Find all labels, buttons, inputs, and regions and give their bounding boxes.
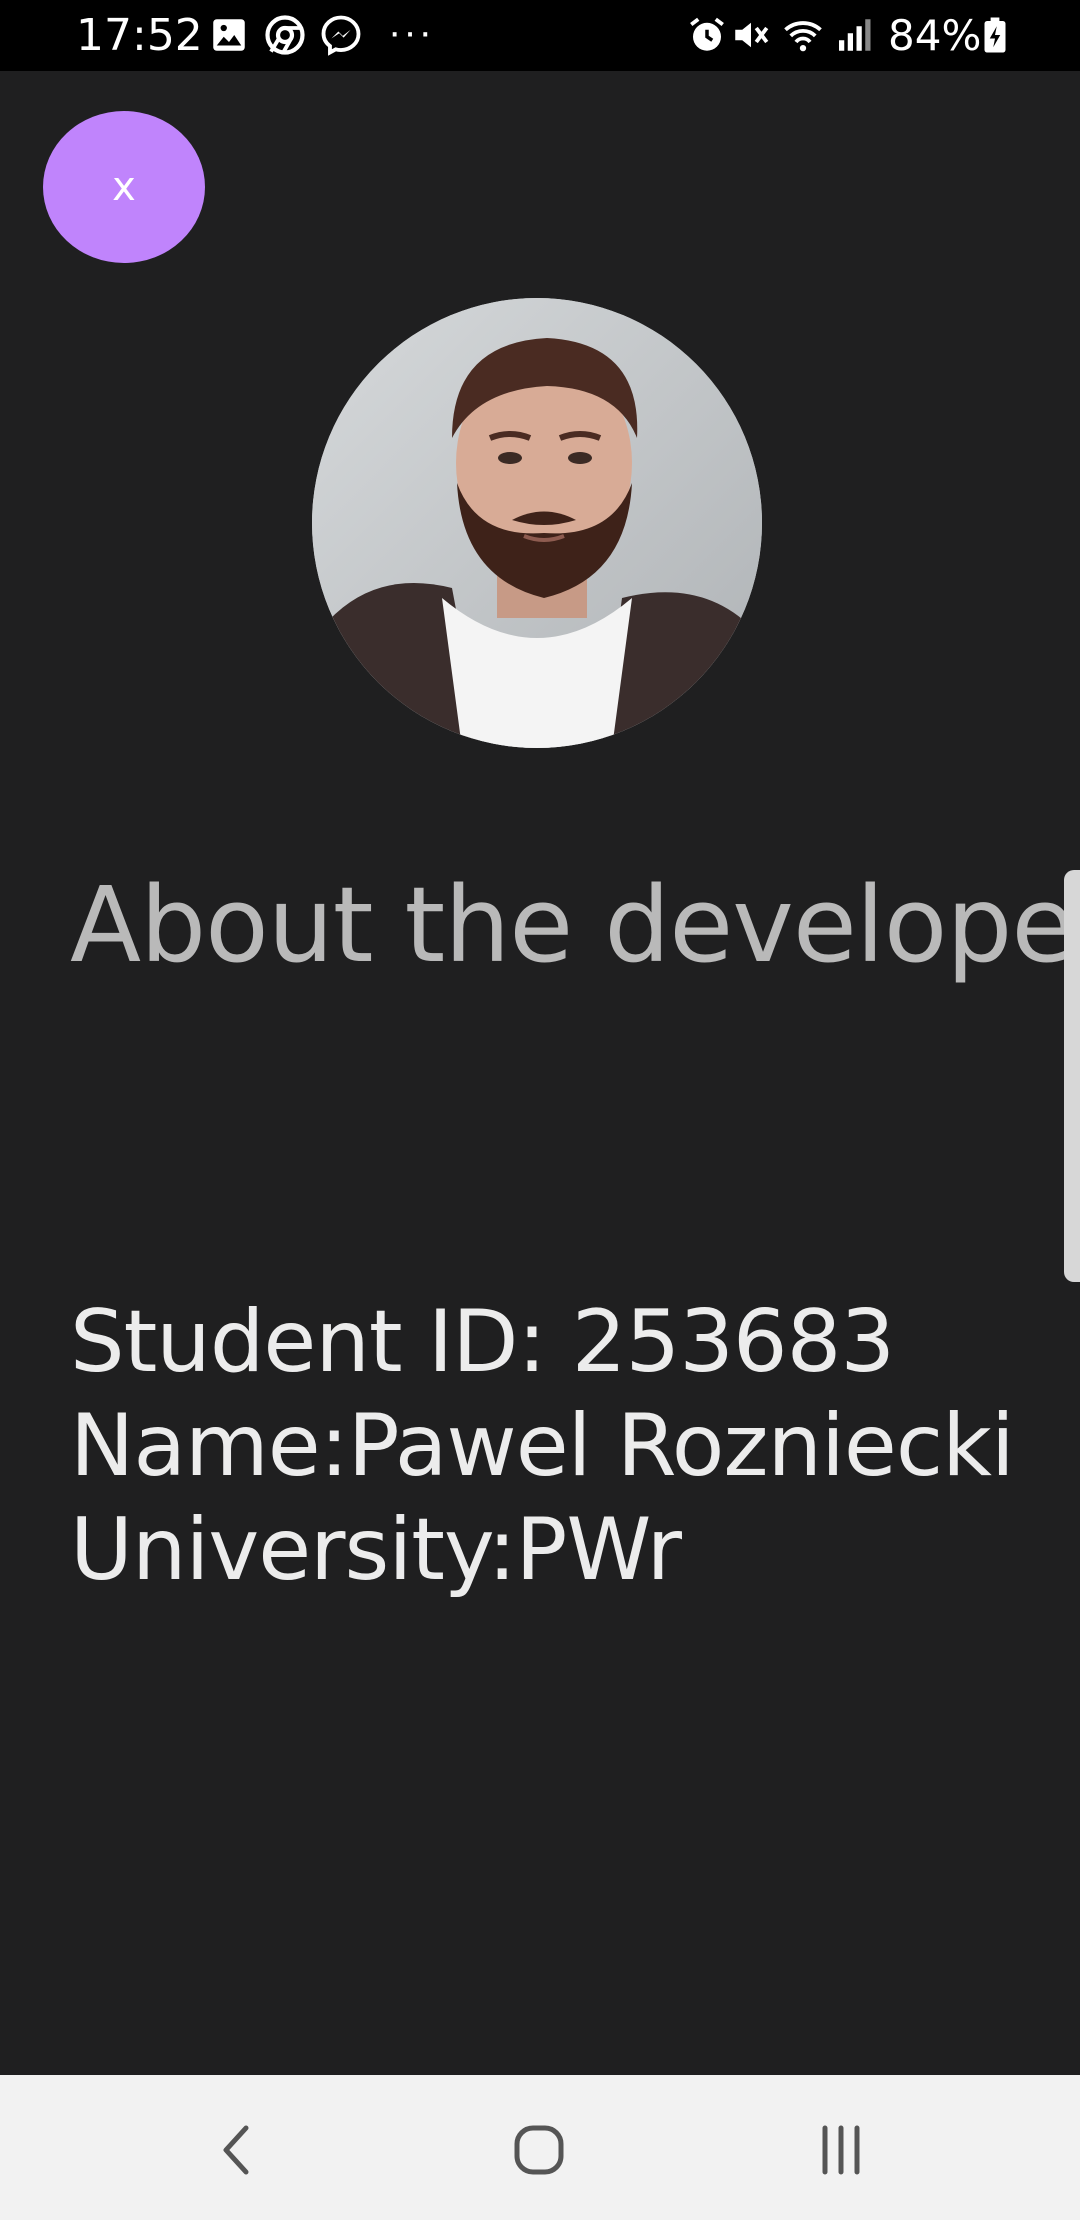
gallery-icon — [213, 19, 245, 51]
developer-avatar — [312, 298, 762, 748]
wifi-icon — [784, 21, 822, 52]
recents-icon — [822, 2125, 860, 2175]
developer-name-text: Name:Pawel Rozniecki — [70, 1396, 1015, 1496]
page-title: About the developer — [70, 864, 1080, 986]
messenger-icon — [321, 15, 361, 56]
home-icon — [514, 2125, 564, 2175]
navigation-bar — [0, 2075, 1080, 2220]
student-id-text: Student ID: 253683 — [70, 1292, 895, 1392]
close-button[interactable]: x — [43, 111, 205, 263]
nav-home-button[interactable] — [494, 2105, 584, 2195]
university-text: University:PWr — [70, 1500, 682, 1600]
alarm-icon — [690, 17, 724, 51]
scrollbar-thumb[interactable] — [1064, 870, 1080, 1282]
mute-icon — [735, 22, 769, 48]
status-time: 17:52 — [76, 10, 203, 61]
battery-icon — [984, 17, 1006, 53]
developer-photo — [312, 298, 762, 748]
nav-back-button[interactable] — [192, 2105, 282, 2195]
status-overflow: ··· — [388, 10, 434, 54]
close-button-label: x — [112, 164, 136, 210]
chrome-icon — [265, 15, 305, 55]
back-icon — [223, 2125, 249, 2175]
battery-percent: 84% — [888, 11, 982, 60]
nav-recents-button[interactable] — [796, 2105, 886, 2195]
signal-icon — [839, 19, 871, 51]
status-bar: 17:52 ··· 84% — [0, 0, 1080, 71]
